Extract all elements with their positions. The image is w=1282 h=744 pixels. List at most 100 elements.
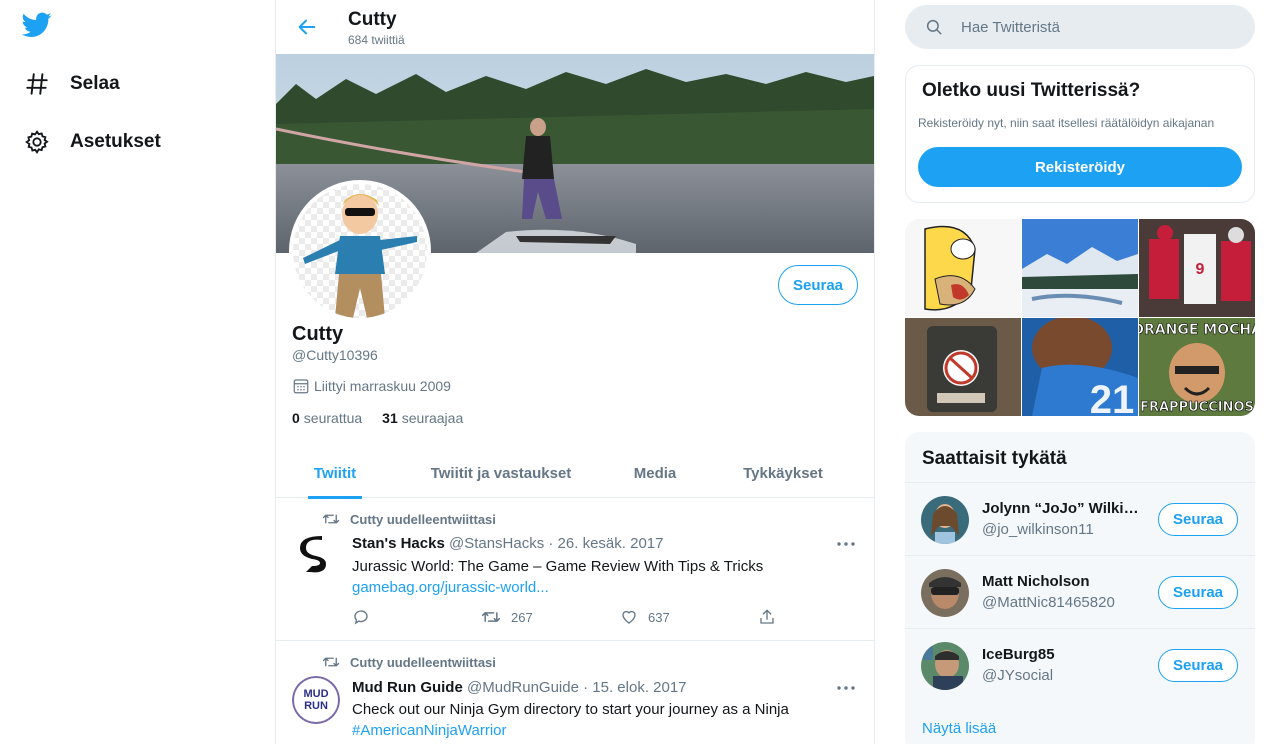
- following-count: 0: [292, 410, 300, 426]
- suggested-user[interactable]: Matt Nicholson @MattNic81465820 Seuraa: [905, 555, 1255, 628]
- joined-text: Liittyi marraskuu 2009: [314, 378, 451, 394]
- media-thumb[interactable]: 9: [1139, 219, 1255, 317]
- share-icon: [760, 609, 774, 624]
- retweet-icon: [481, 612, 501, 622]
- tab-tweets-and-replies[interactable]: Twiitit ja vastaukset: [430, 448, 572, 498]
- tweet-item[interactable]: Cutty uudelleentwiittasi Stan's Hacks @S…: [276, 498, 874, 641]
- profile-header-bar: Cutty 684 twiittiä: [276, 0, 874, 53]
- profile-tabs: Twiitit Twiitit ja vastaukset Media Tykk…: [276, 448, 874, 499]
- tweet-body: Check out our Ninja Gym directory to sta…: [352, 699, 852, 741]
- suggested-user-handle: @jo_wilkinson11: [982, 521, 1094, 538]
- retweet-note: Cutty uudelleentwiittasi: [350, 511, 496, 527]
- search-box[interactable]: [905, 5, 1255, 49]
- who-to-follow-title: Saattaisit tykätä: [922, 448, 1067, 469]
- media-grid: 9 21 ORANGE MOCHA FRAPPUCCINOS: [905, 219, 1255, 416]
- following-label: seurattua: [303, 410, 363, 426]
- suggested-user-avatar[interactable]: [921, 642, 969, 690]
- joined-date: Liittyi marraskuu 2009: [292, 377, 451, 395]
- tweet-text: Jurassic World: The Game – Game Review W…: [352, 558, 764, 575]
- tweet-link[interactable]: gamebag.org/jurassic-world...: [352, 579, 549, 596]
- meme-caption-top: ORANGE MOCHA: [1139, 322, 1255, 338]
- heart-icon: [622, 610, 636, 624]
- followers-count: 31: [382, 410, 398, 426]
- profile-avatar[interactable]: [289, 180, 431, 322]
- share-button[interactable]: [758, 608, 776, 626]
- following-link[interactable]: 0 seurattua: [292, 410, 362, 426]
- reply-icon: [354, 610, 368, 625]
- profile-name: Cutty: [292, 323, 344, 345]
- tweet-actions: 267 637: [352, 608, 776, 626]
- retweet-count: 267: [511, 609, 533, 625]
- profile-stats: 0 seurattua 31 seuraajaa: [292, 410, 483, 426]
- media-thumb[interactable]: ORANGE MOCHA FRAPPUCCINOS: [1139, 318, 1255, 416]
- tweet-text: Check out our Ninja Gym directory to sta…: [352, 701, 789, 718]
- profile-timeline: Cutty 684 twiittiä Seuraa Cutty @Cutty10…: [275, 0, 875, 744]
- tweet-author-avatar[interactable]: MUD RUN: [292, 676, 340, 724]
- signup-subtitle: Rekisteröidy nyt, niin saat itsellesi rä…: [918, 116, 1215, 130]
- svg-text:21: 21: [1090, 378, 1135, 416]
- retweet-indicator: Cutty uudelleentwiittasi: [322, 654, 496, 670]
- tab-likes[interactable]: Tykkäykset: [742, 448, 824, 498]
- hashtag-icon: [22, 69, 52, 99]
- follow-suggested-button[interactable]: Seuraa: [1158, 576, 1238, 609]
- retweet-icon: [322, 654, 340, 670]
- nav-label-settings: Asetukset: [70, 131, 161, 152]
- signup-title: Oletko uusi Twitterissä?: [922, 80, 1141, 101]
- retweet-icon: [322, 511, 340, 527]
- nav-item-explore[interactable]: Selaa: [22, 66, 120, 102]
- followers-link[interactable]: 31 seuraajaa: [382, 410, 463, 426]
- media-thumb[interactable]: [905, 219, 1021, 317]
- search-icon: [925, 18, 943, 36]
- tweet-author-name[interactable]: Mud Run Guide: [352, 679, 463, 696]
- back-button[interactable]: [290, 10, 324, 44]
- search-input[interactable]: [961, 18, 1231, 36]
- follow-button[interactable]: Seuraa: [778, 265, 858, 305]
- retweet-button[interactable]: 267: [481, 608, 620, 626]
- suggested-user-avatar[interactable]: [921, 496, 969, 544]
- more-options-icon[interactable]: [834, 678, 858, 698]
- signup-button[interactable]: Rekisteröidy: [918, 147, 1242, 187]
- tweet-meta: @StansHacks · 26. kesäk. 2017: [448, 535, 664, 552]
- like-count: 637: [648, 609, 670, 625]
- like-button[interactable]: 637: [620, 608, 758, 626]
- nav-item-settings[interactable]: Asetukset: [22, 124, 161, 160]
- hashtag-link[interactable]: #AmericanNinjaWarrior: [352, 722, 506, 739]
- tweet-header: Stan's Hacks @StansHacks · 26. kesäk. 20…: [352, 535, 663, 552]
- meme-caption-bottom: FRAPPUCCINOS: [1140, 400, 1254, 415]
- tab-tweets[interactable]: Twiitit: [308, 448, 362, 499]
- suggested-user[interactable]: IceBurg85 @JYsocial Seuraa: [905, 628, 1255, 701]
- svg-text:RUN: RUN: [304, 700, 328, 712]
- page-title: Cutty: [348, 9, 397, 30]
- tab-media[interactable]: Media: [630, 448, 680, 498]
- show-more-link[interactable]: Näytä lisää: [922, 720, 996, 737]
- follow-suggested-button[interactable]: Seuraa: [1158, 649, 1238, 682]
- suggested-user-handle: @JYsocial: [982, 667, 1054, 684]
- gear-icon: [22, 127, 52, 157]
- suggested-user-handle: @MattNic81465820: [982, 594, 1115, 611]
- profile-handle: @Cutty10396: [292, 347, 378, 363]
- twitter-bird-icon[interactable]: [21, 12, 52, 40]
- nav-label-explore: Selaa: [70, 73, 120, 94]
- calendar-icon: [292, 377, 310, 395]
- follow-suggested-button[interactable]: Seuraa: [1158, 503, 1238, 536]
- svg-text:MUD: MUD: [303, 688, 328, 700]
- suggested-user-name: Matt Nicholson: [982, 573, 1090, 590]
- tweet-body: Jurassic World: The Game – Game Review W…: [352, 556, 852, 598]
- suggested-user-avatar[interactable]: [921, 569, 969, 617]
- media-thumb[interactable]: [1022, 219, 1138, 317]
- arrow-left-icon: [298, 19, 316, 35]
- tweet-meta: @MudRunGuide · 15. elok. 2017: [467, 679, 687, 696]
- tweet-item[interactable]: Cutty uudelleentwiittasi MUD RUN Mud Run …: [276, 641, 874, 744]
- signup-prompt: Oletko uusi Twitterissä? Rekisteröidy ny…: [905, 65, 1255, 203]
- left-navigation: Selaa Asetukset: [0, 0, 276, 744]
- tweet-author-avatar[interactable]: [292, 532, 340, 580]
- retweet-indicator: Cutty uudelleentwiittasi: [322, 511, 496, 527]
- tweet-author-name[interactable]: Stan's Hacks: [352, 535, 445, 552]
- suggested-user[interactable]: Jolynn “JoJo” Wilkinson @jo_wilkinson11 …: [905, 482, 1255, 555]
- reply-button[interactable]: [352, 608, 481, 626]
- retweet-note: Cutty uudelleentwiittasi: [350, 654, 496, 670]
- who-to-follow: Saattaisit tykätä Jolynn “JoJo” Wilkinso…: [905, 432, 1255, 744]
- more-options-icon[interactable]: [834, 534, 858, 554]
- media-thumb[interactable]: [905, 318, 1021, 416]
- media-thumb[interactable]: 21: [1022, 318, 1138, 416]
